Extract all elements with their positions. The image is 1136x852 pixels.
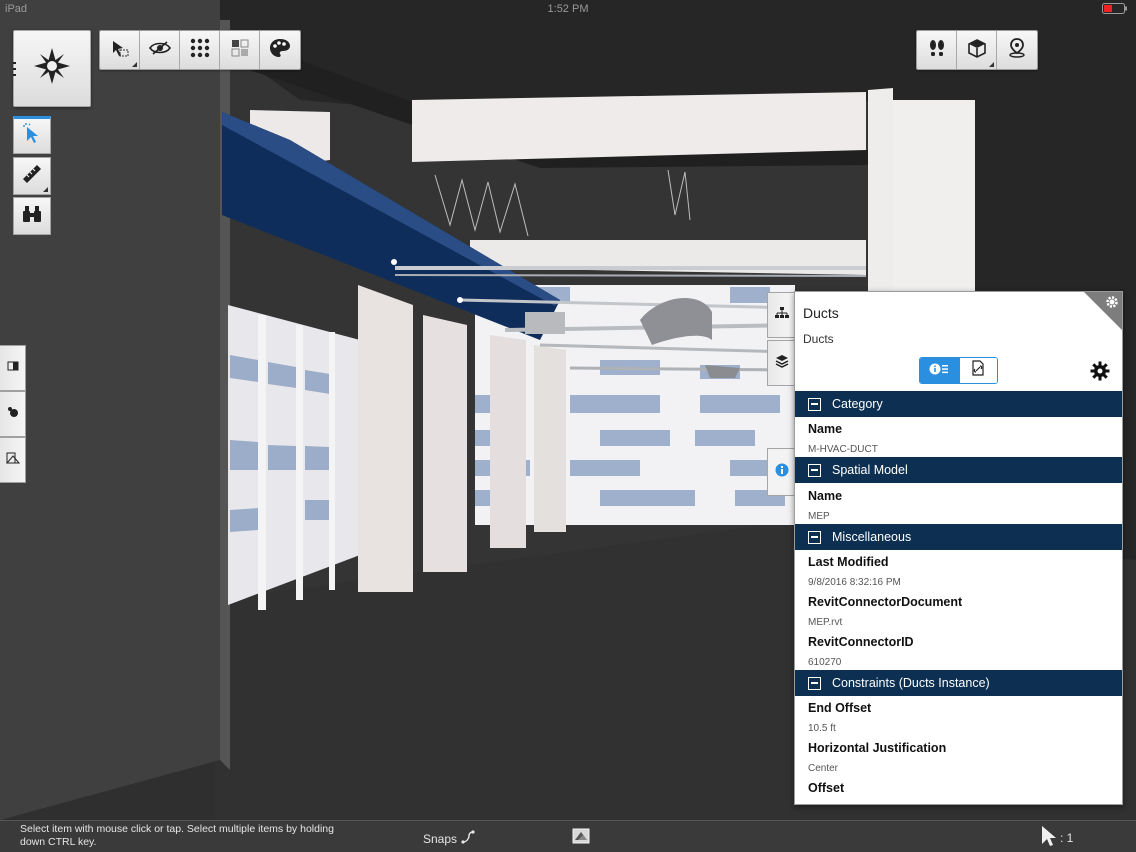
section-constraints[interactable]: Constraints (Ducts Instance) <box>795 670 1122 696</box>
section-header: Constraints (Ducts Instance) <box>832 676 990 690</box>
footsteps-icon <box>927 38 947 63</box>
dot-grid-icon <box>190 38 210 63</box>
property-value: MEP.rvt <box>808 617 843 628</box>
compass-star-icon <box>32 46 72 91</box>
panel-settings-icon[interactable] <box>1105 295 1119 314</box>
property-value: M-HVAC-DUCT <box>808 444 878 455</box>
property-value: 10.5 ft <box>808 723 836 734</box>
warning-icon <box>5 451 20 469</box>
bottom-status-bar: Select item with mouse click or tap. Sel… <box>0 820 1136 852</box>
property-label: Name <box>808 422 843 436</box>
property-value: Center <box>808 763 839 774</box>
select-tool-button[interactable] <box>13 116 51 154</box>
property-label: Name <box>808 489 843 503</box>
panel-tabs <box>767 292 795 498</box>
nodes-icon <box>7 405 19 423</box>
section-spatial-model[interactable]: Spatial Model <box>795 457 1122 483</box>
property-label: RevitConnectorID <box>808 635 914 649</box>
collapse-icon <box>808 530 821 544</box>
hierarchy-icon <box>774 306 789 324</box>
location-button[interactable] <box>997 31 1037 69</box>
tab-layers[interactable] <box>767 340 795 386</box>
selection-count: : 1 <box>1040 824 1073 851</box>
cursor-arrow-icon <box>1040 824 1056 851</box>
clock: 1:52 PM <box>547 3 589 15</box>
section-header: Miscellaneous <box>832 530 912 544</box>
section-miscellaneous[interactable]: Miscellaneous <box>795 524 1122 550</box>
select-lasso-icon <box>110 38 130 63</box>
property-label: Offset <box>808 781 845 795</box>
section-header: Spatial Model <box>832 463 908 477</box>
settings-gear-icon[interactable] <box>1090 361 1110 386</box>
property-label: End Offset <box>808 701 872 715</box>
snaps-label: Snaps <box>423 831 458 846</box>
drag-handle[interactable] <box>13 60 17 78</box>
squares-icon <box>230 38 250 63</box>
find-tool-button[interactable] <box>13 197 51 235</box>
cube-icon <box>967 38 987 63</box>
section-category[interactable]: Category <box>795 391 1122 417</box>
layers-icon <box>775 354 789 373</box>
ios-status-bar: iPad 1:52 PM <box>0 0 1136 18</box>
pointer-select-icon <box>23 122 41 150</box>
collapse-icon <box>808 463 821 477</box>
property-value: 9/8/2016 8:32:16 PM <box>808 577 901 588</box>
properties-view-toggle <box>919 357 998 384</box>
selection-count-value: : 1 <box>1060 830 1074 845</box>
view-tools-toolbar <box>99 30 301 70</box>
section-box-button[interactable] <box>220 31 260 69</box>
selection-hint: Select item with mouse click or tap. Sel… <box>20 823 334 848</box>
document-link-icon <box>971 360 985 381</box>
collapse-icon <box>808 397 821 411</box>
measure-tool-button[interactable] <box>13 157 51 195</box>
collapse-icon <box>808 676 821 690</box>
grid-button[interactable] <box>180 31 220 69</box>
navigate-button[interactable] <box>13 30 91 107</box>
panel-subtitle: Ducts <box>803 332 834 346</box>
nodes-button[interactable] <box>0 391 26 437</box>
tab-properties[interactable] <box>767 448 795 496</box>
binoculars-icon <box>21 204 43 229</box>
snaps-button[interactable]: Snaps <box>423 830 475 847</box>
navigation-mode-toolbar <box>916 30 1038 70</box>
fit-view-icon[interactable] <box>572 828 590 847</box>
property-value: 610270 <box>808 657 842 668</box>
info-list-icon <box>929 362 949 380</box>
palette-icon <box>269 38 291 63</box>
side-toolbar <box>0 345 26 483</box>
battery-icon <box>1102 3 1128 17</box>
property-value: MEP <box>808 511 830 522</box>
section-header: Category <box>832 397 883 411</box>
lasso-select-button[interactable] <box>100 31 140 69</box>
property-label: Horizontal Justification <box>808 741 947 755</box>
split-view-icon <box>7 359 19 377</box>
appearance-button[interactable] <box>260 31 300 69</box>
properties-panel: Ducts Ducts Category Name M-HVAC-DUCT Sp… <box>794 291 1123 805</box>
location-pin-icon <box>1007 37 1027 63</box>
property-label: RevitConnectorDocument <box>808 595 963 609</box>
clash-button[interactable] <box>0 437 26 483</box>
split-view-button[interactable] <box>0 345 26 391</box>
walk-button[interactable] <box>917 31 957 69</box>
properties-list-button[interactable] <box>920 358 959 383</box>
panel-title: Ducts <box>803 305 839 321</box>
tab-model-tree[interactable] <box>767 292 795 338</box>
snap-curve-icon <box>461 830 475 847</box>
ruler-icon <box>21 163 43 190</box>
property-label: Last Modified <box>808 555 889 569</box>
eye-slash-icon <box>148 40 171 61</box>
hide-button[interactable] <box>140 31 180 69</box>
info-icon <box>775 463 789 482</box>
properties-links-button[interactable] <box>958 358 997 383</box>
view-cube-button[interactable] <box>957 31 997 69</box>
